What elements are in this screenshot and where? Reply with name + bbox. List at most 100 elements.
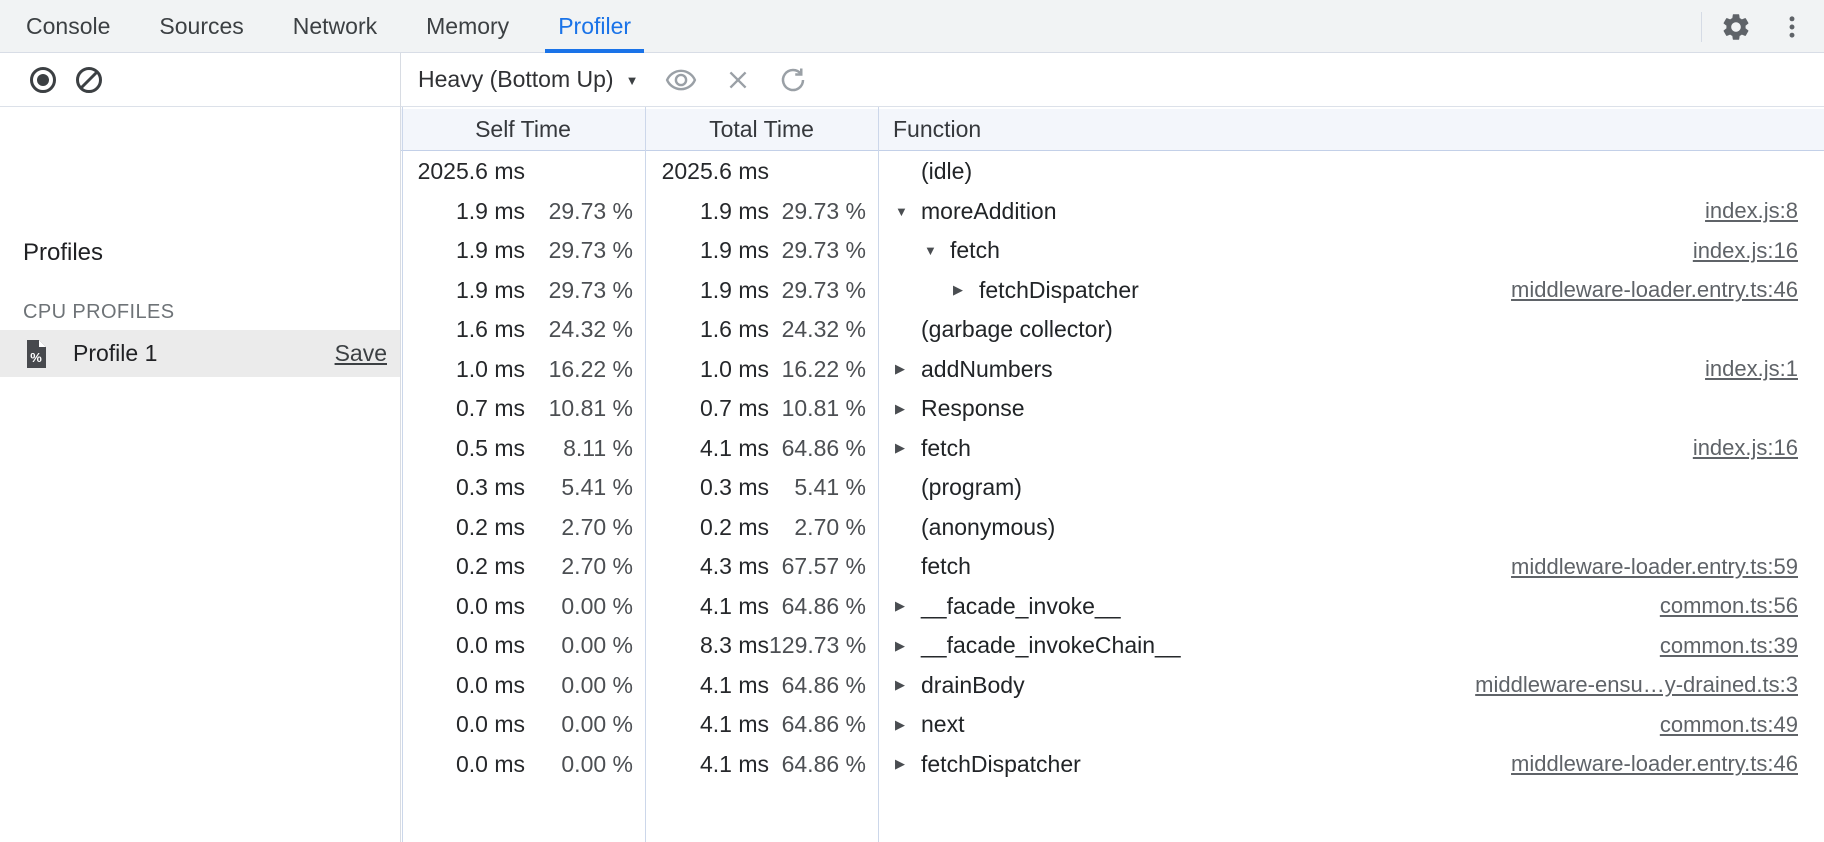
profile-grid-row[interactable]: 0.5 ms 8.11 % 4.1 ms 64.86 % ▶ fetch ind… [401,429,1824,469]
reload-button[interactable] [778,65,808,95]
profile-grid-row[interactable]: 0.3 ms 5.41 % 0.3 ms 5.41 % (program) [401,468,1824,508]
tab-console[interactable]: Console [26,0,110,53]
total-time-cell: 4.1 ms 64.86 % [645,672,878,699]
function-name: fetchDispatcher [921,751,1081,778]
self-time-pct: 0.00 % [525,593,645,620]
function-cell: (program) [878,474,1824,501]
total-time-cell: 4.3 ms 67.57 % [645,553,878,580]
function-name: drainBody [921,672,1025,699]
self-time-pct: 2.70 % [525,553,645,580]
source-location-link[interactable]: common.ts:49 [1640,712,1798,738]
source-location-link[interactable]: middleware-ensu…y-drained.ts:3 [1455,672,1798,698]
expander-icon[interactable]: ▶ [895,440,921,456]
focus-selected-button[interactable] [664,63,698,97]
profile-grid-row[interactable]: 0.0 ms 0.00 % 8.3 ms 129.73 % ▶ __facade… [401,626,1824,666]
function-cell: ▶ fetchDispatcher middleware-loader.entr… [878,277,1824,304]
profile-grid-row[interactable]: 1.0 ms 16.22 % 1.0 ms 16.22 % ▶ addNumbe… [401,350,1824,390]
expander-icon[interactable]: ▼ [895,204,921,219]
profile-grid-row[interactable]: 0.0 ms 0.00 % 4.1 ms 64.86 % ▶ __facade_… [401,587,1824,627]
total-time-pct [769,158,878,185]
expander-icon[interactable]: ▶ [895,717,921,733]
view-mode-select[interactable]: Heavy (Bottom Up) ▼ [418,66,638,93]
self-time-pct: 29.73 % [525,237,645,264]
total-time-cell: 1.6 ms 24.32 % [645,316,878,343]
column-header-self-time[interactable]: Self Time [401,109,645,150]
tab-network[interactable]: Network [293,0,377,53]
column-header-function[interactable]: Function [878,109,1824,150]
chevron-down-icon: ▼ [626,73,639,88]
profile-name: Profile 1 [73,340,335,367]
expander-icon[interactable]: ▼ [924,243,950,258]
tab-bar-actions [1701,0,1824,53]
profile-grid-row[interactable]: 0.2 ms 2.70 % 4.3 ms 67.57 % fetch middl… [401,547,1824,587]
self-time-cell: 0.5 ms 8.11 % [401,435,645,462]
total-time-ms: 0.2 ms [645,514,769,541]
refresh-icon [778,65,808,95]
profile-grid-row[interactable]: 1.9 ms 29.73 % 1.9 ms 29.73 % ▼ moreAddi… [401,192,1824,232]
expander-icon[interactable]: ▶ [953,282,979,298]
tab-profiler[interactable]: Profiler [558,0,631,53]
expander-icon[interactable]: ▶ [895,361,921,377]
more-options-button[interactable] [1778,13,1806,41]
source-location-link[interactable]: middleware-loader.entry.ts:46 [1491,751,1798,777]
total-time-ms: 0.3 ms [645,474,769,501]
profile-grid-row[interactable]: 1.9 ms 29.73 % 1.9 ms 29.73 % ▼ fetch in… [401,231,1824,271]
tab-memory[interactable]: Memory [426,0,509,53]
column-header-total-time[interactable]: Total Time [645,109,878,150]
expander-icon[interactable]: ▶ [895,638,921,654]
total-time-cell: 1.9 ms 29.73 % [645,237,878,264]
profile-grid-row[interactable]: 0.0 ms 0.00 % 4.1 ms 64.86 % ▶ fetchDisp… [401,745,1824,785]
self-time-pct: 10.81 % [525,395,645,422]
profile-grid-row[interactable]: 1.9 ms 29.73 % 1.9 ms 29.73 % ▶ fetchDis… [401,271,1824,311]
total-time-pct: 29.73 % [769,198,878,225]
profile-grid-row[interactable]: 1.6 ms 24.32 % 1.6 ms 24.32 % (garbage c… [401,310,1824,350]
profile-grid-row[interactable]: 0.7 ms 10.81 % 0.7 ms 10.81 % ▶ Response [401,389,1824,429]
profile-list-item[interactable]: % Profile 1 Save [0,330,400,377]
source-location-link[interactable]: index.js:16 [1673,238,1798,264]
total-time-ms: 8.3 ms [645,632,769,659]
function-name: __facade_invokeChain__ [921,632,1181,659]
source-location-link[interactable]: common.ts:39 [1640,633,1798,659]
expander-icon[interactable]: ▶ [895,598,921,614]
source-location-link[interactable]: middleware-loader.entry.ts:46 [1491,277,1798,303]
total-time-cell: 2025.6 ms [645,158,878,185]
profile-grid-row[interactable]: 2025.6 ms 2025.6 ms (idle) [401,152,1824,192]
self-time-pct: 0.00 % [525,632,645,659]
grid-rows: 2025.6 ms 2025.6 ms (idle) 1.9 ms 29.73 … [401,152,1824,784]
function-cell: ▼ fetch index.js:16 [878,237,1824,264]
function-name: __facade_invoke__ [921,593,1121,620]
expander-icon[interactable]: ▶ [895,401,921,417]
record-button[interactable] [28,65,58,95]
profile-grid-row[interactable]: 0.0 ms 0.00 % 4.1 ms 64.86 % ▶ drainBody… [401,666,1824,706]
source-location-link[interactable]: index.js:8 [1685,198,1798,224]
function-cell: ▶ next common.ts:49 [878,711,1824,738]
eye-icon [664,63,698,97]
source-location-link[interactable]: common.ts:56 [1640,593,1798,619]
sidebar-title: Profiles [23,239,103,267]
profile-grid-row[interactable]: 0.2 ms 2.70 % 0.2 ms 2.70 % (anonymous) [401,508,1824,548]
expander-icon[interactable]: ▶ [895,677,921,693]
expander-icon[interactable]: ▶ [895,756,921,772]
tab-sources[interactable]: Sources [159,0,243,53]
total-time-pct: 16.22 % [769,356,878,383]
self-time-cell: 0.3 ms 5.41 % [401,474,645,501]
panel-divider [400,53,401,842]
source-location-link[interactable]: middleware-loader.entry.ts:59 [1491,554,1798,580]
self-time-pct [525,158,645,185]
clear-button[interactable] [74,65,104,95]
self-time-cell: 0.7 ms 10.81 % [401,395,645,422]
self-time-pct: 8.11 % [525,435,645,462]
self-time-cell: 2025.6 ms [401,158,645,185]
self-time-cell: 0.0 ms 0.00 % [401,711,645,738]
grid-header: Self Time Total Time Function [401,109,1824,151]
total-time-cell: 4.1 ms 64.86 % [645,711,878,738]
save-link[interactable]: Save [335,340,387,367]
self-time-cell: 0.0 ms 0.00 % [401,593,645,620]
settings-button[interactable] [1720,11,1752,43]
source-location-link[interactable]: index.js:16 [1673,435,1798,461]
delete-profile-button[interactable] [724,66,752,94]
function-cell: (anonymous) [878,514,1824,541]
clear-icon [74,65,104,95]
source-location-link[interactable]: index.js:1 [1685,356,1798,382]
profile-grid-row[interactable]: 0.0 ms 0.00 % 4.1 ms 64.86 % ▶ next comm… [401,705,1824,745]
